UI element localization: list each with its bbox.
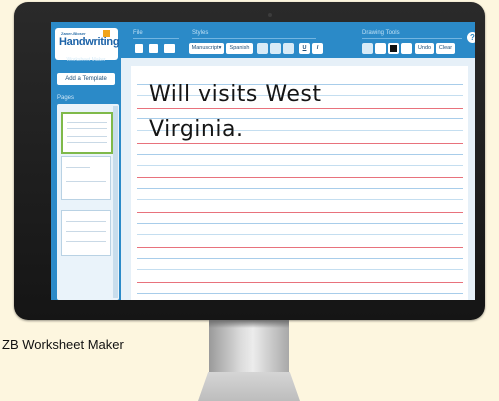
pencil-icon[interactable]: [375, 43, 386, 54]
new-page-icon[interactable]: [135, 44, 143, 53]
guide-line: [137, 165, 463, 166]
image-caption: ZB Worksheet Maker: [2, 337, 124, 352]
zoom-icon[interactable]: [401, 43, 412, 54]
base-line: [137, 247, 463, 248]
styles-group-divider: [192, 38, 316, 39]
stand-shadow: [209, 320, 289, 328]
underline-button[interactable]: U: [299, 43, 310, 54]
page-thumbnail-list: [57, 104, 119, 300]
guide-line: [137, 199, 463, 200]
worksheet-line-1[interactable]: Will visits West: [149, 82, 321, 107]
guide-line: [137, 234, 463, 235]
align-right-icon[interactable]: [283, 43, 294, 54]
logo-subtitle: Worksheet Maker: [66, 57, 106, 63]
file-group-label: File: [133, 30, 143, 36]
undo-button[interactable]: Undo: [415, 43, 434, 54]
help-button[interactable]: ?: [467, 32, 475, 43]
base-line: [137, 108, 463, 109]
guide-line: [137, 188, 463, 189]
thumb-line: [67, 128, 107, 129]
thumb-line: [66, 167, 90, 168]
styles-group-label: Styles: [192, 30, 209, 36]
app-logo: Zaner-Bloser Handwriting: [55, 28, 120, 60]
base-line: [137, 177, 463, 178]
base-line: [137, 282, 463, 283]
worksheet-line-2[interactable]: Virginia.: [149, 117, 243, 142]
guide-line: [137, 293, 463, 294]
base-line: [137, 212, 463, 213]
thumb-line: [67, 136, 107, 137]
guide-line: [137, 269, 463, 270]
page-thumbnail-1[interactable]: [61, 112, 113, 154]
italic-button[interactable]: I: [312, 43, 323, 54]
guide-line: [137, 258, 463, 259]
page-thumbnail-2[interactable]: [61, 156, 111, 200]
style-select[interactable]: Manuscript▾: [189, 43, 224, 54]
color-swatch-icon[interactable]: [388, 43, 399, 54]
logo-title: Handwriting: [59, 36, 120, 48]
guide-line: [137, 223, 463, 224]
monitor-bezel: Zaner-Bloser Handwriting Worksheet Maker…: [14, 2, 485, 320]
thumb-line: [67, 122, 107, 123]
chevron-down-icon: ▾: [218, 45, 222, 51]
monitor-stand-base: [198, 372, 300, 401]
camera-icon: [268, 13, 272, 17]
thumb-line: [66, 231, 106, 232]
worksheet-page[interactable]: Will visits West Virginia.: [131, 66, 468, 300]
add-template-button[interactable]: Add a Template: [57, 73, 115, 85]
page-thumbnail-3[interactable]: [61, 210, 111, 256]
thumb-line: [66, 221, 106, 222]
app-window: Zaner-Bloser Handwriting Worksheet Maker…: [51, 22, 475, 300]
clear-button[interactable]: Clear: [436, 43, 455, 54]
file-group-divider: [133, 38, 179, 39]
thumb-line: [67, 142, 107, 143]
spanish-button[interactable]: Spanish: [226, 43, 253, 54]
align-center-icon[interactable]: [270, 43, 281, 54]
drawing-group-divider: [362, 38, 462, 39]
print-icon[interactable]: [164, 44, 175, 53]
monitor-stand-neck: [209, 320, 289, 378]
base-line: [137, 143, 463, 144]
style-select-value: Manuscript: [191, 45, 219, 51]
thumb-line: [66, 181, 106, 182]
worksheet-area: Will visits West Virginia.: [121, 58, 475, 300]
thumb-line: [66, 241, 106, 242]
drawing-tools-label: Drawing Tools: [362, 30, 400, 36]
eraser-icon[interactable]: [362, 43, 373, 54]
thumbnail-scrollbar[interactable]: [113, 106, 118, 298]
align-left-icon[interactable]: [257, 43, 268, 54]
pages-label: Pages: [57, 95, 75, 101]
guide-line: [137, 154, 463, 155]
save-icon[interactable]: [149, 44, 158, 53]
